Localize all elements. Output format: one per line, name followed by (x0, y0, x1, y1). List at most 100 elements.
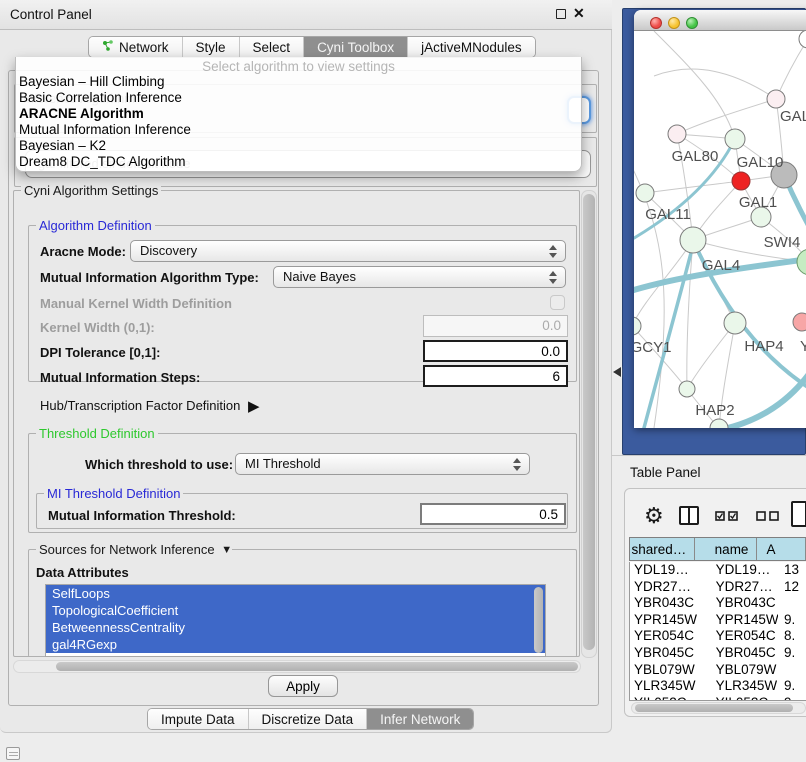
column-header-shared-name[interactable]: shared… (630, 538, 695, 560)
float-window-icon[interactable] (556, 9, 566, 19)
mi-steps-field[interactable]: 6 (423, 365, 568, 387)
node-gal11[interactable] (636, 184, 654, 202)
node-salmon[interactable] (793, 313, 806, 331)
close-icon[interactable]: ✕ (573, 5, 585, 22)
column-browser-icon[interactable] (679, 506, 699, 525)
node-label: GAL4 (702, 257, 740, 274)
node-unlabeled[interactable] (799, 31, 806, 48)
settings-group-title: Cyni Algorithm Settings (21, 183, 161, 198)
node-label: GAL1 (739, 194, 777, 211)
table-hscrollbar-thumb[interactable] (635, 704, 793, 712)
node-hap4[interactable] (724, 312, 746, 334)
network-window-titlebar (634, 10, 806, 31)
dpi-tolerance-field[interactable]: 0.0 (423, 340, 568, 362)
minimize-traffic-light-icon[interactable] (668, 17, 680, 29)
aracne-mode-combo[interactable]: Discovery (130, 240, 566, 262)
dropdown-item-basic-correlation[interactable]: Basic Correlation Inference (16, 90, 581, 106)
table-row[interactable]: YBR045CYBR045C9. (630, 645, 806, 662)
which-threshold-label: Which threshold to use: (85, 457, 233, 472)
table-row[interactable]: YDL19…YDL19…13 (630, 562, 806, 579)
node-bright-green[interactable] (797, 249, 806, 275)
table-row[interactable]: YDR27…YDR27…12 (630, 579, 806, 596)
list-item[interactable]: TopologicalCoefficient (46, 602, 545, 619)
tab-style[interactable]: Style (183, 37, 240, 57)
threshold-definition-title: Threshold Definition (36, 426, 158, 441)
list-item[interactable]: SelfLoops (46, 585, 545, 602)
dropdown-item-aracne[interactable]: ARACNE Algorithm (16, 106, 581, 122)
hub-definition-toggle[interactable]: Hub/Transcription Factor Definition ▶ (40, 396, 256, 414)
table-row[interactable]: YPR145WYPR145W9. (630, 612, 806, 629)
settings-hscrollbar-track[interactable] (13, 660, 581, 673)
network-icon (102, 39, 114, 55)
mi-threshold-field[interactable]: 0.5 (420, 503, 566, 525)
dropdown-item-dream8[interactable]: Dream8 DC_TDC Algorithm (16, 154, 581, 170)
apply-button[interactable]: Apply (268, 675, 338, 697)
network-window: GAL GAL80 GAL10 GAL1 SWI4 GAL11 GAL4 GCY… (634, 10, 806, 428)
table-row[interactable]: YBR043CYBR043C (630, 595, 806, 612)
node-gal4[interactable] (680, 227, 706, 253)
list-item[interactable]: gal4RGexp (46, 636, 545, 653)
table-body[interactable]: YDL19…YDL19…13 YDR27…YDR27…12 YBR043CYBR… (629, 562, 806, 700)
list-scrollbar[interactable] (534, 587, 543, 653)
node-gcy1[interactable] (634, 317, 641, 335)
tab-select[interactable]: Select (240, 37, 305, 57)
tab-jactivemnodules[interactable]: jActiveMNodules (408, 37, 535, 57)
collapse-arrow-icon: ▼ (221, 544, 232, 556)
tab-impute-data[interactable]: Impute Data (148, 709, 249, 729)
node-gal10[interactable] (725, 129, 745, 149)
node-label: Y (800, 338, 806, 355)
control-panel-tabbar: Network Style Select Cyni Toolbox jActiv… (88, 36, 536, 58)
table-panel-title: Table Panel (630, 465, 701, 480)
manual-kernel-checkbox[interactable] (550, 295, 565, 310)
aracne-mode-label: Aracne Mode: (40, 244, 126, 259)
table-header-row: shared… name A (629, 537, 806, 561)
settings-hscrollbar-thumb[interactable] (56, 662, 578, 671)
dropdown-item-mutual-information[interactable]: Mutual Information Inference (16, 122, 581, 138)
expand-arrow-icon: ▶ (248, 398, 260, 415)
table-row[interactable]: YBL079WYBL079W (630, 662, 806, 679)
list-item[interactable]: BetweennessCentrality (46, 619, 545, 636)
dropdown-item-bayesian-hill-climbing[interactable]: Bayesian – Hill Climbing (16, 74, 581, 90)
dropdown-item-bayesian-k2[interactable]: Bayesian – K2 (16, 138, 581, 154)
export-table-icon[interactable] (791, 501, 806, 527)
tab-network[interactable]: Network (89, 37, 183, 57)
node-label: SWI4 (764, 234, 801, 251)
mi-type-combo[interactable]: Naive Bayes (273, 266, 566, 288)
node-label: GAL (780, 108, 806, 125)
node-label: GAL11 (645, 206, 691, 223)
mi-type-label: Mutual Information Algorithm Type: (40, 270, 259, 285)
tab-infer-network[interactable]: Infer Network (367, 709, 473, 729)
which-threshold-combo[interactable]: MI Threshold (235, 453, 530, 475)
tab-cyni-toolbox[interactable]: Cyni Toolbox (304, 37, 408, 57)
data-attributes-label: Data Attributes (36, 565, 129, 580)
settings-gear-icon[interactable]: ⚙ (644, 503, 664, 529)
node-label: HAP2 (695, 402, 734, 419)
mini-table-icon[interactable] (6, 747, 20, 760)
node-red-selected[interactable] (732, 172, 750, 190)
data-attributes-list[interactable]: SelfLoops TopologicalCoefficient Between… (45, 584, 546, 657)
mouse-cursor (613, 367, 621, 377)
zoom-traffic-light-icon[interactable] (686, 17, 698, 29)
settings-vscrollbar-track[interactable] (581, 190, 597, 658)
select-all-columns-icon[interactable] (715, 511, 739, 522)
deselect-all-columns-icon[interactable] (756, 511, 780, 522)
column-header-name[interactable]: name (695, 538, 757, 560)
table-hscrollbar-track[interactable] (631, 702, 806, 714)
sources-group-title[interactable]: Sources for Network Inference ▼ (36, 542, 232, 557)
column-header-clipped[interactable]: A (757, 538, 806, 560)
table-row[interactable]: YER054CYER054C8. (630, 628, 806, 645)
table-row[interactable]: YLR345WYLR345W9. (630, 678, 806, 695)
node-gal80[interactable] (668, 125, 686, 143)
close-traffic-light-icon[interactable] (650, 17, 662, 29)
dropdown-placeholder: Select algorithm to view settings (16, 59, 581, 74)
network-canvas[interactable]: GAL GAL80 GAL10 GAL1 SWI4 GAL11 GAL4 GCY… (634, 31, 806, 428)
manual-kernel-label: Manual Kernel Width Definition (40, 296, 232, 311)
node-hap2[interactable] (679, 381, 695, 397)
tab-discretize-data[interactable]: Discretize Data (249, 709, 368, 729)
node-gal-cut[interactable] (767, 90, 785, 108)
panel-splitter[interactable] (612, 455, 806, 456)
settings-vscrollbar-thumb[interactable] (583, 194, 595, 650)
screenshot-root: Control Panel ✕ Network Style Select Cyn… (0, 0, 806, 762)
algorithm-definition-title: Algorithm Definition (36, 218, 155, 233)
kernel-width-field[interactable]: 0.0 (423, 315, 568, 337)
